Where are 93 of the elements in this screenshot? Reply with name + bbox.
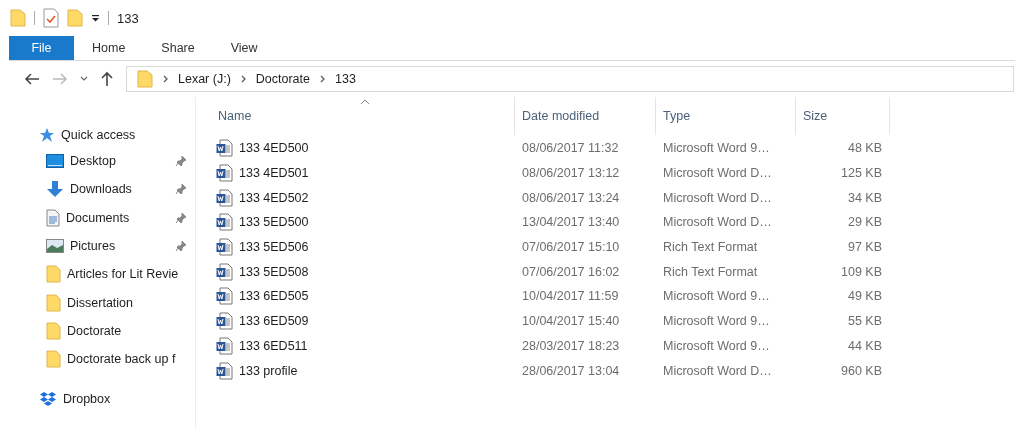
table-cell: 97 KB (847, 240, 882, 255)
document-icon (46, 208, 60, 227)
column-header[interactable]: Date modified (515, 97, 656, 135)
column-header[interactable]: Type (656, 97, 796, 135)
table-cell: 109 KB (841, 264, 882, 279)
word-document-icon (216, 164, 233, 183)
table-cell: 07/06/2017 15:10 (522, 240, 620, 255)
table-cell: 34 KB (847, 190, 882, 205)
folder-icon (46, 350, 61, 369)
nav-item[interactable]: Doctorate (67, 323, 195, 338)
ribbon-tab[interactable]: Share (143, 36, 213, 60)
table-cell: Microsoft Word 9… (663, 141, 770, 156)
table-cell: 08/06/2017 13:12 (522, 166, 620, 181)
breadcrumb[interactable]: Lexar (J:) (178, 72, 231, 86)
table-cell: Microsoft Word D… (663, 190, 772, 205)
table-cell: 44 KB (847, 338, 882, 353)
breadcrumb[interactable]: Doctorate (255, 72, 310, 86)
file-name[interactable]: 133 4ED502 (239, 190, 309, 205)
window-title: 133 (117, 10, 139, 26)
ribbon-tab[interactable]: Home (74, 36, 144, 60)
table-cell: Rich Text Format (663, 240, 758, 255)
nav-item[interactable]: Dropbox (63, 392, 111, 407)
breadcrumb[interactable]: 133 (335, 72, 356, 86)
word-document-icon (216, 312, 233, 331)
nav-item[interactable]: Articles for Lit Revie (67, 267, 195, 282)
nav-item[interactable]: Pictures (70, 239, 169, 254)
nav-item[interactable]: Desktop (70, 154, 169, 169)
table-cell: 28/06/2017 13:04 (522, 363, 620, 378)
back-arrow-icon[interactable] (24, 72, 40, 86)
folder-icon (46, 265, 61, 284)
nav-item[interactable]: Downloads (70, 182, 169, 197)
table-cell: Microsoft Word 9… (663, 338, 770, 353)
sort-caret-icon (360, 99, 370, 105)
chevron-right-icon (240, 75, 246, 83)
picture-icon (46, 239, 64, 254)
star-icon (39, 127, 55, 143)
monitor-icon (46, 154, 64, 169)
customize-dropdown-icon[interactable] (91, 14, 100, 22)
folder-icon (46, 293, 61, 312)
table-cell: Microsoft Word 9… (663, 289, 770, 304)
word-document-icon (216, 361, 233, 380)
word-document-icon (216, 336, 233, 355)
file-name[interactable]: 133 5ED506 (239, 240, 309, 255)
column-header[interactable]: Name (216, 97, 515, 135)
table-cell: Microsoft Word D… (663, 215, 772, 230)
word-document-icon (216, 262, 233, 281)
table-cell: Microsoft Word 9… (663, 314, 770, 329)
chevron-right-icon (163, 75, 168, 83)
up-arrow-icon[interactable] (100, 71, 114, 87)
table-cell: 29 KB (847, 215, 882, 230)
dropbox-icon (39, 391, 57, 408)
table-cell: 960 KB (841, 363, 882, 378)
file-name[interactable]: 133 profile (239, 363, 298, 378)
chevron-right-icon (320, 75, 325, 83)
column-header[interactable]: Size (796, 97, 890, 135)
ribbon-tab[interactable]: View (212, 36, 276, 60)
word-document-icon (216, 188, 233, 207)
word-document-icon (216, 238, 233, 257)
file-name[interactable]: 133 4ED500 (239, 141, 309, 156)
table-cell: 49 KB (847, 289, 882, 304)
table-cell: 13/04/2017 13:40 (522, 215, 620, 230)
table-cell: Microsoft Word D… (663, 363, 772, 378)
file-name[interactable]: 133 6ED511 (239, 338, 308, 353)
file-name[interactable]: 133 5ED500 (239, 215, 309, 230)
nav-item[interactable]: Documents (66, 210, 169, 225)
file-name[interactable]: 133 6ED509 (239, 314, 309, 329)
file-name[interactable]: 133 5ED508 (239, 264, 309, 279)
table-cell: 07/06/2017 16:02 (522, 264, 620, 279)
table-cell: 125 KB (841, 166, 882, 181)
word-document-icon (216, 287, 233, 306)
file-name[interactable]: 133 6ED505 (239, 289, 309, 304)
down-arrow-icon (46, 180, 64, 199)
table-cell: Rich Text Format (663, 264, 758, 279)
folder-icon (137, 70, 153, 88)
nav-item[interactable]: Quick access (61, 128, 136, 142)
table-cell: 08/06/2017 11:32 (522, 141, 619, 156)
table-cell: 28/03/2017 18:23 (522, 338, 620, 353)
table-cell: 10/04/2017 11:59 (522, 289, 619, 304)
address-bar[interactable]: Lexar (J:) Doctorate 133 (126, 66, 1014, 92)
nav-item[interactable]: Dissertation (67, 295, 195, 310)
nav-item[interactable]: Doctorate back up f (67, 352, 195, 367)
ribbon-tab[interactable]: File (9, 36, 74, 60)
file-name[interactable]: 133 4ED501 (239, 166, 309, 181)
table-cell: 55 KB (847, 314, 882, 329)
word-document-icon (216, 213, 233, 232)
folder-icon (46, 321, 61, 340)
table-cell: 08/06/2017 13:24 (522, 190, 620, 205)
table-cell: 48 KB (847, 141, 882, 156)
word-document-icon (216, 139, 233, 158)
chevron-down-icon[interactable] (80, 76, 88, 82)
table-cell: 10/04/2017 15:40 (522, 314, 620, 329)
table-cell: Microsoft Word D… (663, 166, 772, 181)
properties-icon[interactable] (43, 8, 59, 28)
